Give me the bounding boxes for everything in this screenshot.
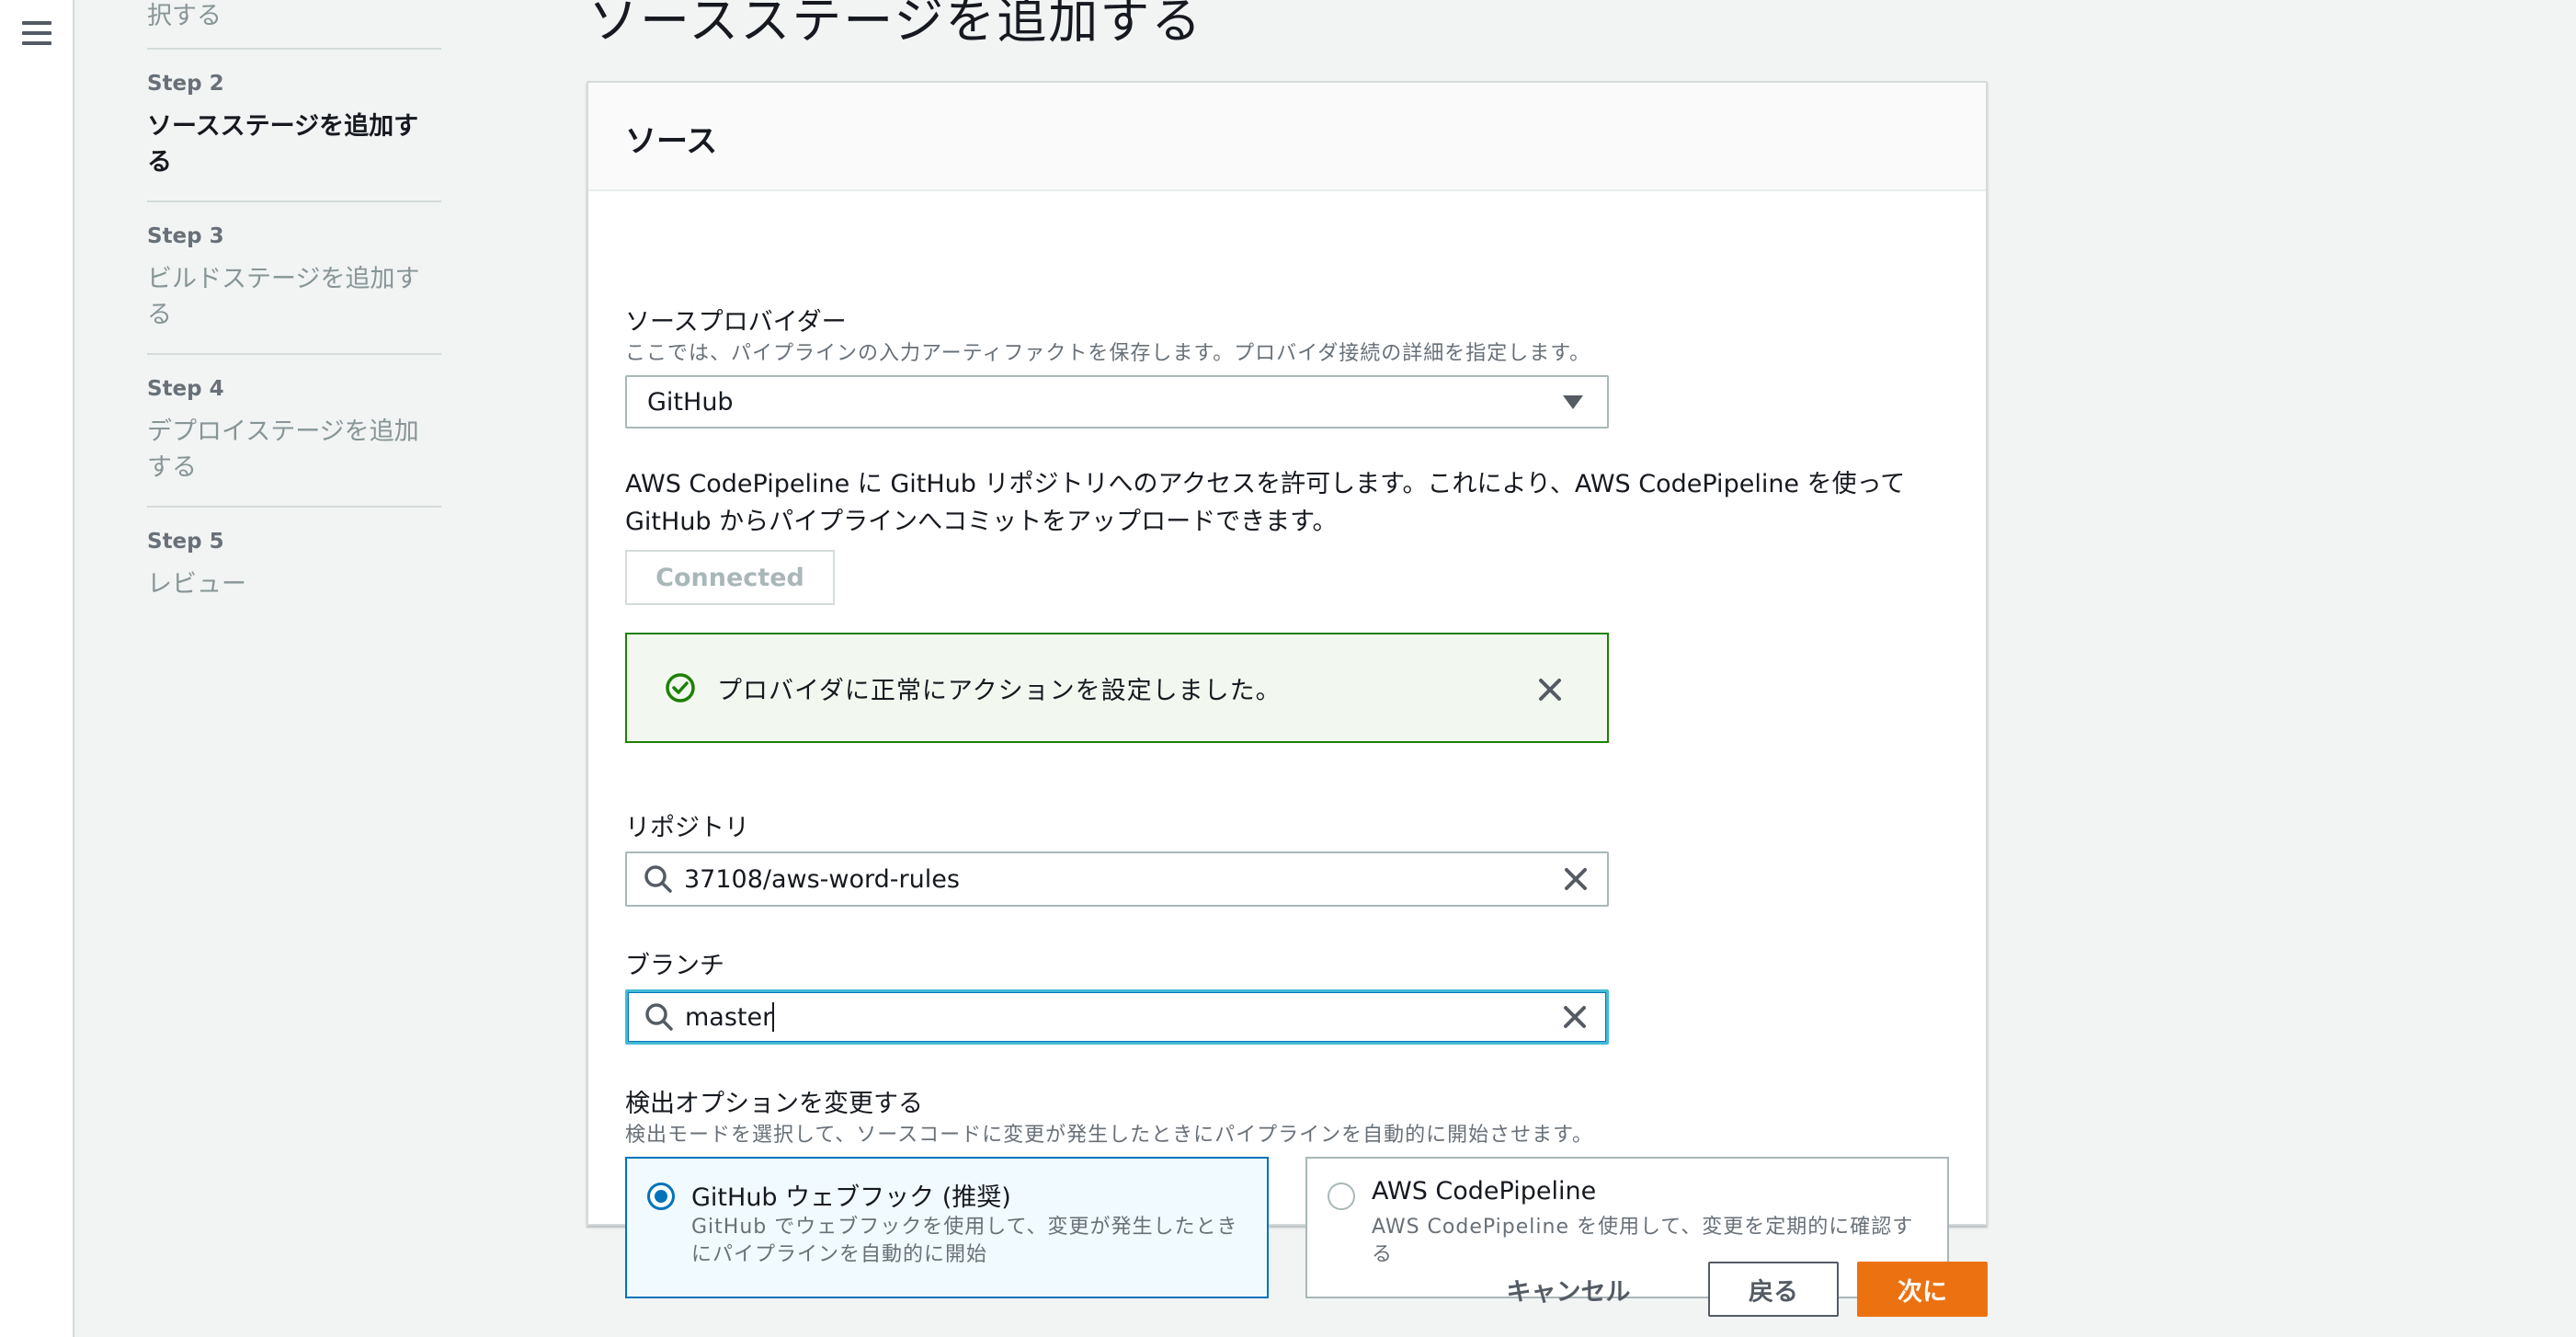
repository-input[interactable] [684, 864, 1559, 894]
step-title: ビルドステージを追加する [147, 265, 420, 329]
codepipeline-radio[interactable] [1328, 1183, 1355, 1210]
search-icon [645, 1003, 673, 1031]
webhook-radio[interactable] [647, 1183, 675, 1210]
provider-label: ソースプロバイダー [625, 308, 847, 337]
hamburger-menu-icon[interactable] [18, 18, 55, 48]
check-circle-icon [666, 673, 695, 703]
step-navigation: 択する Step 2 ソースステージを追加する Step 3 ビルドステージを追… [147, 0, 441, 617]
search-icon [644, 865, 672, 893]
container-header: ソース [588, 83, 1986, 191]
codepipeline-option-desc: AWS CodePipeline を使用して、変更を定期的に確認する [1372, 1216, 1914, 1266]
text-cursor [772, 1002, 775, 1032]
webhook-option-desc: GitHub でウェブフックを使用して、変更が発生したときにパイプラインを自動的… [691, 1216, 1238, 1266]
step-label: Step 2 [147, 72, 224, 96]
branch-search-field[interactable]: master [625, 989, 1609, 1045]
step-5[interactable]: Step 5 レビュー [147, 508, 441, 617]
step-title-active: ソースステージを追加する [147, 112, 419, 177]
detection-label: 検出オプションを変更する [625, 1090, 923, 1118]
branch-input-value: master [685, 1002, 773, 1032]
clear-icon[interactable] [1559, 863, 1592, 896]
step-label: Step 3 [147, 224, 224, 248]
detection-description: 検出モードを選択して、ソースコードに変更が発生したときにパイプラインを自動的に開… [625, 1124, 1593, 1147]
cancel-button[interactable]: キャンセル [1487, 1262, 1649, 1317]
source-provider-select[interactable]: GitHub [625, 375, 1609, 429]
branch-input[interactable]: master [685, 1002, 1558, 1032]
repository-search-field[interactable] [625, 851, 1609, 907]
provider-description: ここでは、パイプラインの入力アーティファクトを保存します。プロバイダ接続の詳細を… [625, 342, 1591, 365]
access-info-text: AWS CodePipeline に GitHub リポジトリへのアクセスを許可… [625, 465, 1949, 541]
webhook-option-tile[interactable]: GitHub ウェブフック (推奨) GitHub でウェブフックを使用して、変… [625, 1157, 1269, 1298]
next-button[interactable]: 次に [1857, 1262, 1988, 1317]
clear-icon[interactable] [1558, 1000, 1591, 1034]
step-2[interactable]: Step 2 ソースステージを追加する [147, 50, 441, 202]
connected-button: Connected [625, 550, 835, 605]
back-button[interactable]: 戻る [1708, 1262, 1839, 1317]
left-rail [0, 0, 74, 1337]
source-provider-value: GitHub [647, 387, 734, 417]
flash-message: プロバイダに正常にアクションを設定しました。 [717, 676, 1282, 705]
access-info-line-1: AWS CodePipeline に GitHub リポジトリへのアクセスを許可… [625, 470, 1906, 498]
codepipeline-option-title: AWS CodePipeline [1372, 1177, 1597, 1206]
step-1[interactable]: 択する [147, 0, 441, 50]
step-title: デプロイステージを追加する [147, 417, 419, 482]
step-label: Step 4 [147, 377, 224, 401]
webhook-option-title: GitHub ウェブフック (推奨) [691, 1183, 1011, 1212]
branch-label: ブランチ [625, 952, 724, 980]
close-icon[interactable] [1533, 673, 1567, 706]
repository-label: リポジトリ [625, 814, 749, 842]
step-3[interactable]: Step 3 ビルドステージを追加する [147, 202, 441, 355]
container-title: ソース [625, 123, 718, 160]
access-info-line-2: GitHub からパイプラインへコミットをアップロードできます。 [625, 508, 1338, 536]
step-4[interactable]: Step 4 デプロイステージを追加する [147, 355, 441, 508]
step-title: 択する [147, 2, 222, 30]
success-flash: プロバイダに正常にアクションを設定しました。 [625, 633, 1609, 743]
page: 択する Step 2 ソースステージを追加する Step 3 ビルドステージを追… [0, 0, 2576, 1337]
caret-down-icon [1563, 395, 1583, 409]
source-container: ソース ソースプロバイダー ここでは、パイプラインの入力アーティファクトを保存し… [587, 81, 1988, 1298]
step-title: レビュー [147, 570, 246, 599]
step-label: Step 5 [147, 530, 224, 554]
page-title: ソースステージを追加する [588, 0, 1203, 50]
